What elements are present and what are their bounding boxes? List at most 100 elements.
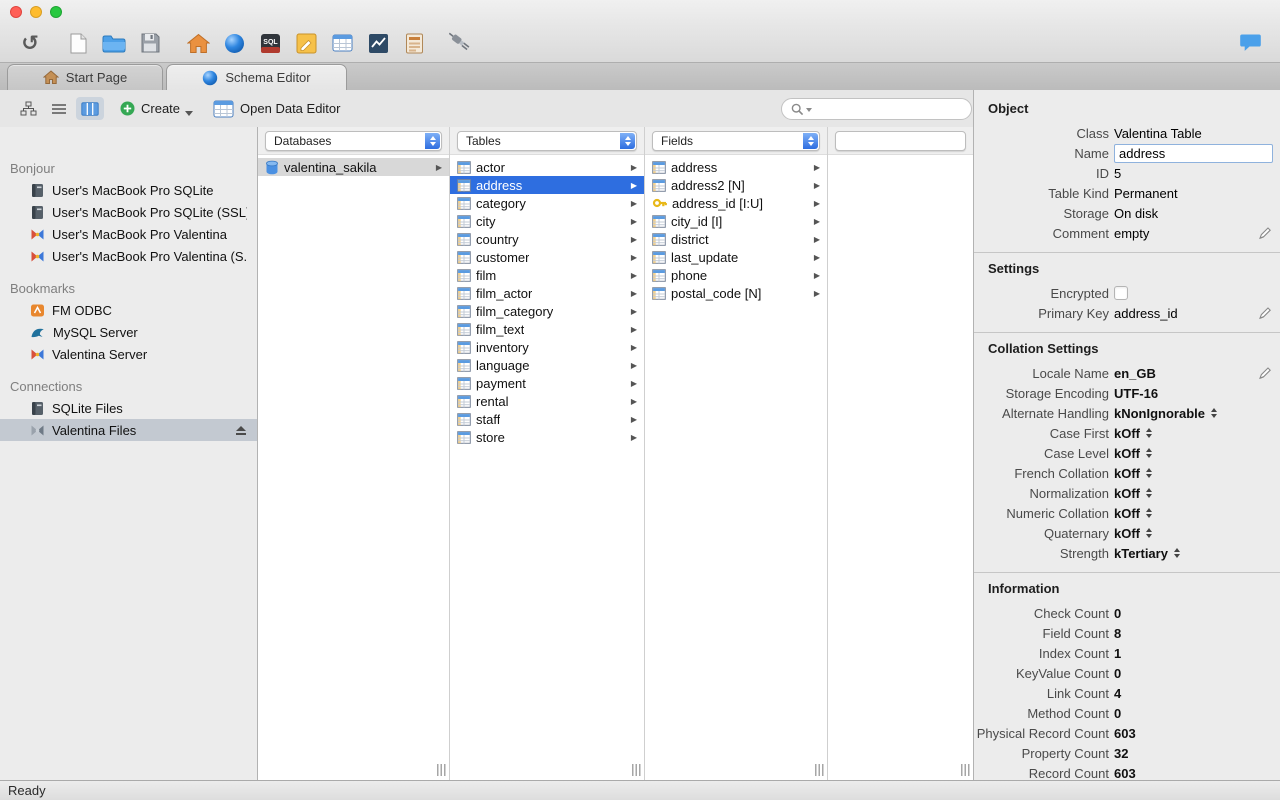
- sidebar-item-user-s-macbook-pro-valentina-s[interactable]: User's MacBook Pro Valentina (S...: [0, 245, 257, 267]
- property-strength: Strength kTertiary: [974, 543, 1280, 563]
- browser-item-country[interactable]: country ▶: [450, 230, 644, 248]
- disclosure-arrow-icon: ▶: [813, 180, 820, 190]
- property-link-count: Link Count 4: [1046, 685, 1122, 701]
- column-resize-grip[interactable]: [437, 764, 446, 776]
- browser-item-valentina-sakila[interactable]: valentina_sakila ▶: [258, 158, 449, 176]
- tab-schema-editor[interactable]: Schema Editor: [166, 64, 347, 90]
- encrypted-checkbox[interactable]: [1114, 286, 1128, 300]
- columns-view-button[interactable]: [76, 97, 104, 120]
- column-resize-grip[interactable]: [961, 764, 970, 776]
- open-data-editor-button[interactable]: Open Data Editor: [209, 97, 344, 121]
- sidebar-item-valentina-files[interactable]: Valentina Files: [0, 419, 257, 441]
- quaternary-popup[interactable]: kOff: [1114, 526, 1152, 541]
- value-stepper-icon[interactable]: [1173, 548, 1180, 558]
- extra-popup-button[interactable]: [835, 130, 966, 151]
- data-editor-button[interactable]: [324, 27, 360, 59]
- object-inspector: ObjectClassValentina TableNameID5Table K…: [973, 90, 1280, 780]
- browser-item-customer[interactable]: customer ▶: [450, 248, 644, 266]
- pencil-icon[interactable]: [1258, 226, 1272, 240]
- close-window-button[interactable]: [10, 6, 22, 18]
- feedback-chat-icon: [1239, 33, 1262, 53]
- report-button[interactable]: [396, 27, 432, 59]
- name-input[interactable]: [1114, 143, 1273, 163]
- field-icon: [652, 160, 666, 174]
- alternate-handling-popup[interactable]: kNonIgnorable: [1114, 406, 1218, 421]
- browser-item-film-text[interactable]: film_text ▶: [450, 320, 644, 338]
- home-button[interactable]: [180, 27, 216, 59]
- browser-item-film-actor[interactable]: film_actor ▶: [450, 284, 644, 302]
- value-stepper-icon[interactable]: [1146, 468, 1152, 478]
- browser-item-address2-n[interactable]: address2 [N] ▶: [645, 176, 827, 194]
- sidebar-item-user-s-macbook-pro-sqlite-ssl[interactable]: User's MacBook Pro SQLite (SSL): [0, 201, 257, 223]
- case-level-popup[interactable]: kOff: [1114, 446, 1152, 461]
- browser-item-payment[interactable]: payment ▶: [450, 374, 644, 392]
- browser-item-address-id-i-u[interactable]: address_id [I:U] ▶: [645, 194, 827, 212]
- diagram-editor-button[interactable]: [288, 27, 324, 59]
- browser-item-film[interactable]: film ▶: [450, 266, 644, 284]
- browser-item-actor[interactable]: actor ▶: [450, 158, 644, 176]
- sql-editor-button[interactable]: SQL: [252, 27, 288, 59]
- sidebar-section-connections: Connections SQLite Files Valentina Files: [0, 377, 257, 441]
- pencil-icon[interactable]: [1258, 366, 1272, 380]
- new-document-button[interactable]: [60, 27, 96, 59]
- french-collation-popup[interactable]: kOff: [1114, 466, 1152, 481]
- search-field[interactable]: [781, 98, 972, 120]
- field-icon: [652, 178, 666, 192]
- browser-item-city[interactable]: city ▶: [450, 212, 644, 230]
- value-stepper-icon[interactable]: [1146, 428, 1152, 438]
- browser-item-district[interactable]: district ▶: [645, 230, 827, 248]
- case-first-popup[interactable]: kOff: [1114, 426, 1152, 441]
- tables-popup-button[interactable]: Tables: [457, 130, 637, 151]
- value-stepper-icon[interactable]: [1146, 488, 1152, 498]
- normalization-popup[interactable]: kOff: [1114, 486, 1152, 501]
- connect-server-button[interactable]: [444, 27, 480, 59]
- feedback-chat-button[interactable]: [1232, 27, 1268, 59]
- property-case-first: Case First kOff: [974, 423, 1280, 443]
- browser-item-last-update[interactable]: last_update ▶: [645, 248, 827, 266]
- mysql-icon: [30, 325, 46, 339]
- save-button[interactable]: [132, 27, 168, 59]
- value-stepper-icon[interactable]: [1146, 508, 1152, 518]
- column-resize-grip[interactable]: [815, 764, 824, 776]
- sidebar-item-user-s-macbook-pro-valentina[interactable]: User's MacBook Pro Valentina: [0, 223, 257, 245]
- sidebar-item-fm-odbc[interactable]: FM ODBC: [0, 299, 257, 321]
- browser-item-inventory[interactable]: inventory ▶: [450, 338, 644, 356]
- tab-start-page[interactable]: Start Page: [7, 64, 163, 90]
- open-folder-button[interactable]: [96, 27, 132, 59]
- create-button[interactable]: Create: [116, 97, 197, 121]
- sidebar-item-sqlite-files[interactable]: SQLite Files: [0, 397, 257, 419]
- list-view-button[interactable]: [45, 97, 73, 120]
- browser-item-category[interactable]: category ▶: [450, 194, 644, 212]
- browser-item-phone[interactable]: phone ▶: [645, 266, 827, 284]
- tree-view-button[interactable]: [14, 97, 42, 120]
- value-stepper-icon[interactable]: [1211, 408, 1218, 418]
- schema-editor-button[interactable]: [216, 27, 252, 59]
- browser-item-staff[interactable]: staff ▶: [450, 410, 644, 428]
- browser-item-language[interactable]: language ▶: [450, 356, 644, 374]
- minimize-window-button[interactable]: [30, 6, 42, 18]
- sidebar-item-valentina-server[interactable]: Valentina Server: [0, 343, 257, 365]
- eject-icon[interactable]: [235, 425, 247, 436]
- numeric-collation-popup[interactable]: kOff: [1114, 506, 1152, 521]
- undo-button[interactable]: ↺: [12, 27, 48, 59]
- browser-item-film-category[interactable]: film_category ▶: [450, 302, 644, 320]
- browser-item-address[interactable]: address ▶: [645, 158, 827, 176]
- fields-popup-button[interactable]: Fields: [652, 130, 820, 151]
- browser-item-store[interactable]: store ▶: [450, 428, 644, 446]
- value-stepper-icon[interactable]: [1146, 528, 1152, 538]
- column-resize-grip[interactable]: [632, 764, 641, 776]
- browser-item-postal-code-n[interactable]: postal_code [N] ▶: [645, 284, 827, 302]
- strength-popup[interactable]: kTertiary: [1114, 546, 1180, 561]
- browser-item-city-id-i[interactable]: city_id [I] ▶: [645, 212, 827, 230]
- chart-button[interactable]: [360, 27, 396, 59]
- sidebar-item-user-s-macbook-pro-sqlite[interactable]: User's MacBook Pro SQLite: [0, 179, 257, 201]
- search-input[interactable]: [814, 101, 962, 117]
- sidebar-item-mysql-server[interactable]: MySQL Server: [0, 321, 257, 343]
- disclosure-arrow-icon: ▶: [813, 252, 820, 262]
- browser-item-address[interactable]: address ▶: [450, 176, 644, 194]
- value-stepper-icon[interactable]: [1146, 448, 1152, 458]
- fullscreen-window-button[interactable]: [50, 6, 62, 18]
- databases-popup-button[interactable]: Databases: [265, 130, 442, 151]
- pencil-icon[interactable]: [1258, 306, 1272, 320]
- browser-item-rental[interactable]: rental ▶: [450, 392, 644, 410]
